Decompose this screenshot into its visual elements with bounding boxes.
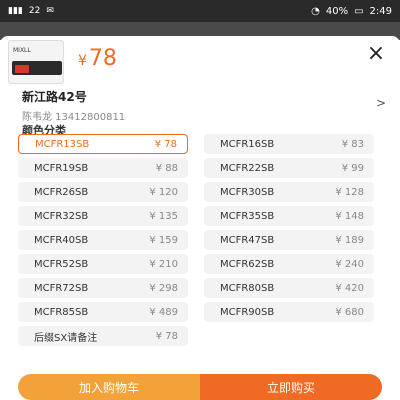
option-label: MCFR35SB [220, 210, 275, 222]
option-label: MCFR47SB [220, 234, 275, 246]
option-price: ¥ 210 [149, 258, 178, 270]
option-price: ¥ 99 [341, 162, 364, 174]
option-price: ¥ 88 [155, 162, 178, 174]
option-item[interactable]: MCFR90SB ¥ 680 [204, 302, 374, 322]
option-item[interactable]: MCFR22SB ¥ 99 [204, 158, 374, 178]
close-icon[interactable]: × [366, 43, 386, 65]
price-symbol: ¥ [78, 53, 87, 69]
option-item[interactable]: MCFR72SB ¥ 298 [18, 278, 188, 298]
option-label: MCFR90SB [220, 306, 275, 318]
option-label: MCFR19SB [34, 162, 89, 174]
option-label: MCFR16SB [220, 138, 275, 150]
option-item[interactable]: MCFR32SB ¥ 135 [18, 206, 188, 226]
option-price: ¥ 240 [335, 258, 364, 270]
option-item[interactable]: MCFR47SB ¥ 189 [204, 230, 374, 250]
option-item[interactable]: MCFR35SB ¥ 148 [204, 206, 374, 226]
option-label: MCFR22SB [220, 162, 275, 174]
option-item[interactable]: MCFR40SB ¥ 159 [18, 230, 188, 250]
product-brand: MIXLL [13, 47, 31, 54]
signal-icon: ▮▮▮ [8, 6, 23, 16]
option-label: MCFR85SB [34, 306, 89, 318]
battery-icon: ▭ [354, 5, 364, 17]
option-label: MCFR40SB [34, 234, 89, 246]
option-price: ¥ 420 [335, 282, 364, 294]
option-label: MCFR30SB [220, 186, 275, 198]
option-label: 后缀SX请备注 [34, 332, 98, 344]
option-price: ¥ 78 [155, 330, 178, 342]
option-label: MCFR62SB [220, 258, 275, 270]
add-to-cart-button[interactable]: 加入购物车 [18, 374, 200, 400]
option-price: ¥ 189 [335, 234, 364, 246]
option-label: MCFR52SB [34, 258, 89, 270]
product-thumbnail[interactable]: MIXLL [8, 40, 64, 84]
option-item[interactable]: MCFR62SB ¥ 240 [204, 254, 374, 274]
thumbnail-shape-red [15, 65, 29, 73]
sku-selector-sheet: MIXLL ¥ 78 × 新江路42号 陈韦龙 13412800811 > 颜色… [0, 36, 400, 400]
option-price: ¥ 83 [341, 138, 364, 150]
option-label: MCFR72SB [34, 282, 89, 294]
shipping-address[interactable]: 新江路42号 陈韦龙 13412800811 > [22, 88, 386, 128]
status-left-text: 22 [28, 6, 41, 16]
option-price: ¥ 78 [154, 138, 177, 150]
option-item[interactable]: MCFR52SB ¥ 210 [18, 254, 188, 274]
option-item[interactable]: 后缀SX请备注 ¥ 78 [18, 326, 188, 346]
status-bar: ▮▮▮ 22 ✉ ◔ 40% ▭ 2:49 [0, 0, 400, 22]
option-label: MCFR32SB [34, 210, 89, 222]
option-item[interactable]: MCFR13SB ¥ 78 [18, 134, 188, 154]
buy-now-button[interactable]: 立即购买 [200, 374, 382, 400]
option-price: ¥ 135 [149, 210, 178, 222]
option-item[interactable]: MCFR30SB ¥ 128 [204, 182, 374, 202]
notification-icon: ✉ [46, 6, 54, 16]
option-price: ¥ 680 [335, 306, 364, 318]
option-price: ¥ 148 [335, 210, 364, 222]
option-item[interactable]: MCFR80SB ¥ 420 [204, 278, 374, 298]
option-label: MCFR13SB [35, 138, 90, 150]
option-price: ¥ 489 [149, 306, 178, 318]
battery-text: 40% [325, 5, 349, 17]
clock-text: 2:49 [369, 5, 392, 17]
address-line: 新江路42号 [22, 90, 87, 104]
option-price: ¥ 159 [149, 234, 178, 246]
option-price: ¥ 298 [149, 282, 178, 294]
product-price: ¥ 78 [78, 46, 117, 71]
option-price: ¥ 128 [335, 186, 364, 198]
option-item[interactable]: MCFR19SB ¥ 88 [18, 158, 188, 178]
option-label: MCFR80SB [220, 282, 275, 294]
chevron-right-icon: > [375, 96, 386, 110]
option-item[interactable]: MCFR16SB ¥ 83 [204, 134, 374, 154]
option-item[interactable]: MCFR85SB ¥ 489 [18, 302, 188, 322]
option-label: MCFR26SB [34, 186, 89, 198]
price-value: 78 [88, 46, 117, 71]
recipient-line: 陈韦龙 13412800811 [22, 112, 126, 123]
option-item[interactable]: MCFR26SB ¥ 120 [18, 182, 188, 202]
wifi-icon: ◔ [311, 5, 320, 17]
option-price: ¥ 120 [149, 186, 178, 198]
